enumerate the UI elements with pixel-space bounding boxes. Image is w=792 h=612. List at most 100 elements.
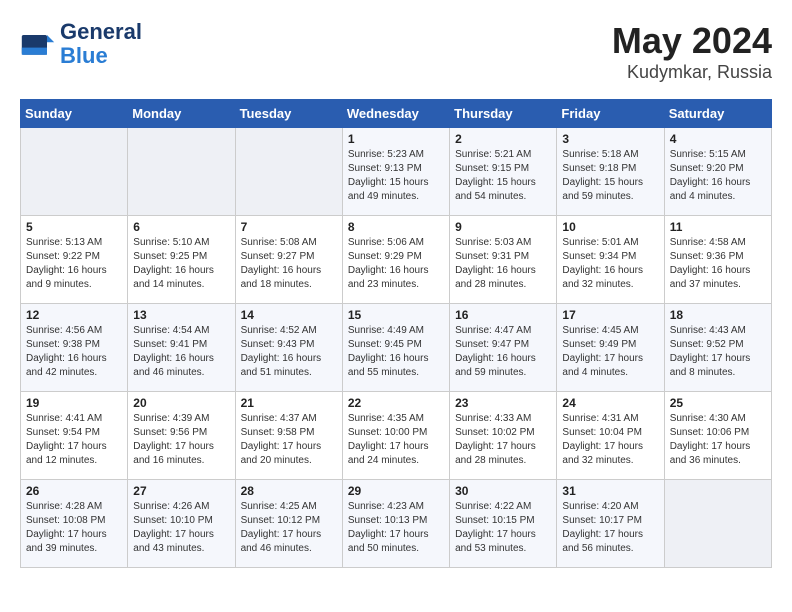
calendar-cell	[235, 128, 342, 216]
day-number: 9	[455, 220, 551, 234]
calendar-cell: 3 Sunrise: 5:18 AM Sunset: 9:18 PM Daylig…	[557, 128, 664, 216]
day-number: 18	[670, 308, 766, 322]
day-info: Sunrise: 5:03 AM Sunset: 9:31 PM Dayligh…	[455, 236, 551, 292]
day-number: 21	[241, 396, 337, 410]
calendar-cell: 5 Sunrise: 5:13 AM Sunset: 9:22 PM Daylig…	[21, 216, 128, 304]
calendar-week-5: 26 Sunrise: 4:28 AM Sunset: 10:08 PM Dayl…	[21, 480, 772, 568]
calendar-cell: 30 Sunrise: 4:22 AM Sunset: 10:15 PM Dayl…	[450, 480, 557, 568]
day-number: 26	[26, 484, 122, 498]
calendar-cell: 29Sunrise: 4:23 AM Sunset: 10:13 PM Dayl…	[342, 480, 449, 568]
day-info: Sunrise: 5:10 AM Sunset: 9:25 PM Dayligh…	[133, 236, 229, 292]
calendar-cell: 7 Sunrise: 5:08 AM Sunset: 9:27 PM Daylig…	[235, 216, 342, 304]
day-number: 22	[348, 396, 444, 410]
day-number: 5	[26, 220, 122, 234]
calendar-week-2: 5 Sunrise: 5:13 AM Sunset: 9:22 PM Daylig…	[21, 216, 772, 304]
day-number: 17	[562, 308, 658, 322]
day-info: Sunrise: 4:47 AM Sunset: 9:47 PM Dayligh…	[455, 324, 551, 380]
calendar-week-4: 19 Sunrise: 4:41 AM Sunset: 9:54 PM Dayli…	[21, 392, 772, 480]
day-number: 6	[133, 220, 229, 234]
day-header-friday: Friday	[557, 100, 664, 128]
day-header-wednesday: Wednesday	[342, 100, 449, 128]
calendar-cell: 20Sunrise: 4:39 AM Sunset: 9:56 PM Dayli…	[128, 392, 235, 480]
day-info: Sunrise: 4:23 AM Sunset: 10:13 PM Daylig…	[348, 500, 444, 556]
day-info: Sunrise: 4:25 AM Sunset: 10:12 PM Daylig…	[241, 500, 337, 556]
day-header-thursday: Thursday	[450, 100, 557, 128]
calendar-header-row: SundayMondayTuesdayWednesdayThursdayFrid…	[21, 100, 772, 128]
calendar-cell	[21, 128, 128, 216]
day-info: Sunrise: 4:33 AM Sunset: 10:02 PM Daylig…	[455, 412, 551, 468]
day-number: 24	[562, 396, 658, 410]
calendar-cell: 31Sunrise: 4:20 AM Sunset: 10:17 PM Dayl…	[557, 480, 664, 568]
day-info: Sunrise: 5:06 AM Sunset: 9:29 PM Dayligh…	[348, 236, 444, 292]
day-info: Sunrise: 4:49 AM Sunset: 9:45 PM Dayligh…	[348, 324, 444, 380]
calendar-week-1: 1Sunrise: 5:23 AM Sunset: 9:13 PM Daylig…	[21, 128, 772, 216]
calendar-cell: 26 Sunrise: 4:28 AM Sunset: 10:08 PM Dayl…	[21, 480, 128, 568]
day-number: 15	[348, 308, 444, 322]
day-header-saturday: Saturday	[664, 100, 771, 128]
day-header-tuesday: Tuesday	[235, 100, 342, 128]
calendar-cell: 11 Sunrise: 4:58 AM Sunset: 9:36 PM Dayli…	[664, 216, 771, 304]
day-number: 30	[455, 484, 551, 498]
day-number: 27	[133, 484, 229, 498]
day-number: 28	[241, 484, 337, 498]
day-info: Sunrise: 4:54 AM Sunset: 9:41 PM Dayligh…	[133, 324, 229, 380]
calendar-cell	[128, 128, 235, 216]
calendar-cell: 28 Sunrise: 4:25 AM Sunset: 10:12 PM Dayl…	[235, 480, 342, 568]
calendar-cell: 2 Sunrise: 5:21 AM Sunset: 9:15 PM Daylig…	[450, 128, 557, 216]
calendar-cell: 8 Sunrise: 5:06 AM Sunset: 9:29 PM Daylig…	[342, 216, 449, 304]
day-number: 31	[562, 484, 658, 498]
calendar-cell: 21 Sunrise: 4:37 AM Sunset: 9:58 PM Dayli…	[235, 392, 342, 480]
day-info: Sunrise: 5:13 AM Sunset: 9:22 PM Dayligh…	[26, 236, 122, 292]
day-info: Sunrise: 4:41 AM Sunset: 9:54 PM Dayligh…	[26, 412, 122, 468]
day-info: Sunrise: 4:37 AM Sunset: 9:58 PM Dayligh…	[241, 412, 337, 468]
calendar-cell: 13Sunrise: 4:54 AM Sunset: 9:41 PM Dayli…	[128, 304, 235, 392]
calendar-cell: 6 Sunrise: 5:10 AM Sunset: 9:25 PM Daylig…	[128, 216, 235, 304]
day-number: 25	[670, 396, 766, 410]
day-info: Sunrise: 4:30 AM Sunset: 10:06 PM Daylig…	[670, 412, 766, 468]
day-number: 2	[455, 132, 551, 146]
calendar-cell: 18 Sunrise: 4:43 AM Sunset: 9:52 PM Dayli…	[664, 304, 771, 392]
day-info: Sunrise: 4:43 AM Sunset: 9:52 PM Dayligh…	[670, 324, 766, 380]
calendar-week-3: 12 Sunrise: 4:56 AM Sunset: 9:38 PM Dayli…	[21, 304, 772, 392]
day-number: 11	[670, 220, 766, 234]
calendar-cell: 15 Sunrise: 4:49 AM Sunset: 9:45 PM Dayli…	[342, 304, 449, 392]
day-info: Sunrise: 4:45 AM Sunset: 9:49 PM Dayligh…	[562, 324, 658, 380]
calendar-cell: 17 Sunrise: 4:45 AM Sunset: 9:49 PM Dayli…	[557, 304, 664, 392]
day-number: 10	[562, 220, 658, 234]
calendar-cell: 25 Sunrise: 4:30 AM Sunset: 10:06 PM Dayl…	[664, 392, 771, 480]
calendar-cell: 16Sunrise: 4:47 AM Sunset: 9:47 PM Dayli…	[450, 304, 557, 392]
calendar-table: SundayMondayTuesdayWednesdayThursdayFrid…	[20, 99, 772, 568]
calendar-cell: 10Sunrise: 5:01 AM Sunset: 9:34 PM Dayli…	[557, 216, 664, 304]
day-info: Sunrise: 4:22 AM Sunset: 10:15 PM Daylig…	[455, 500, 551, 556]
day-number: 14	[241, 308, 337, 322]
day-number: 7	[241, 220, 337, 234]
day-info: Sunrise: 4:52 AM Sunset: 9:43 PM Dayligh…	[241, 324, 337, 380]
calendar-body: 1Sunrise: 5:23 AM Sunset: 9:13 PM Daylig…	[21, 128, 772, 568]
calendar-cell: 9 Sunrise: 5:03 AM Sunset: 9:31 PM Daylig…	[450, 216, 557, 304]
month-title: May 2024	[612, 20, 772, 62]
day-info: Sunrise: 5:08 AM Sunset: 9:27 PM Dayligh…	[241, 236, 337, 292]
day-number: 3	[562, 132, 658, 146]
day-info: Sunrise: 4:39 AM Sunset: 9:56 PM Dayligh…	[133, 412, 229, 468]
calendar-cell: 12 Sunrise: 4:56 AM Sunset: 9:38 PM Dayli…	[21, 304, 128, 392]
day-info: Sunrise: 5:15 AM Sunset: 9:20 PM Dayligh…	[670, 148, 766, 204]
day-header-monday: Monday	[128, 100, 235, 128]
day-header-sunday: Sunday	[21, 100, 128, 128]
day-info: Sunrise: 4:58 AM Sunset: 9:36 PM Dayligh…	[670, 236, 766, 292]
day-number: 19	[26, 396, 122, 410]
calendar-cell: 23 Sunrise: 4:33 AM Sunset: 10:02 PM Dayl…	[450, 392, 557, 480]
day-number: 4	[670, 132, 766, 146]
day-number: 8	[348, 220, 444, 234]
logo-icon	[20, 26, 56, 62]
day-info: Sunrise: 4:56 AM Sunset: 9:38 PM Dayligh…	[26, 324, 122, 380]
day-info: Sunrise: 5:21 AM Sunset: 9:15 PM Dayligh…	[455, 148, 551, 204]
day-info: Sunrise: 4:28 AM Sunset: 10:08 PM Daylig…	[26, 500, 122, 556]
day-info: Sunrise: 5:18 AM Sunset: 9:18 PM Dayligh…	[562, 148, 658, 204]
calendar-cell: 22Sunrise: 4:35 AM Sunset: 10:00 PM Dayl…	[342, 392, 449, 480]
title-block: May 2024 Kudymkar, Russia	[612, 20, 772, 83]
day-info: Sunrise: 5:23 AM Sunset: 9:13 PM Dayligh…	[348, 148, 444, 204]
day-number: 23	[455, 396, 551, 410]
calendar-cell: 4 Sunrise: 5:15 AM Sunset: 9:20 PM Daylig…	[664, 128, 771, 216]
logo: General Blue	[20, 20, 142, 68]
day-number: 12	[26, 308, 122, 322]
